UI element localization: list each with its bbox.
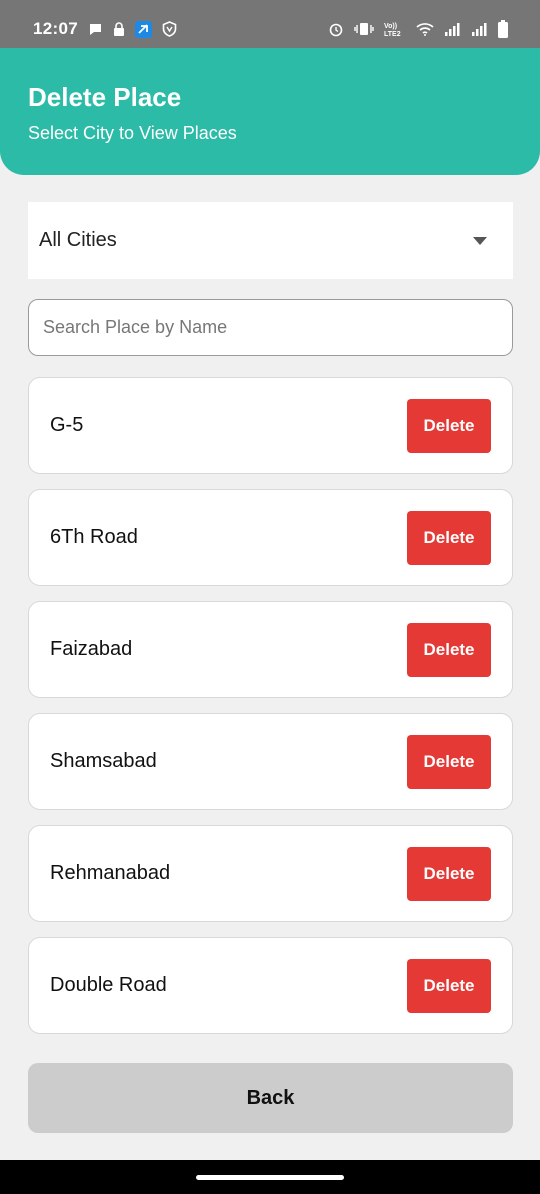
vibrate-icon	[354, 22, 374, 36]
wifi-icon	[416, 22, 434, 36]
place-card: Faizabad Delete	[28, 601, 513, 698]
signal-icon	[471, 22, 488, 36]
alarm-icon	[328, 21, 344, 37]
place-card: Shamsabad Delete	[28, 713, 513, 810]
navigation-bar	[0, 1160, 540, 1194]
place-card: 6Th Road Delete	[28, 489, 513, 586]
place-card: Rehmanabad Delete	[28, 825, 513, 922]
place-name: Faizabad	[50, 638, 133, 660]
shield-icon	[162, 21, 177, 37]
delete-button[interactable]: Delete	[407, 510, 491, 565]
status-time: 12:07	[33, 19, 78, 38]
delete-button[interactable]: Delete	[407, 398, 491, 453]
place-card: G-5 Delete	[28, 377, 513, 474]
place-name: 6Th Road	[50, 526, 138, 548]
delete-button[interactable]: Delete	[407, 734, 491, 789]
city-dropdown[interactable]: All Cities	[28, 202, 513, 279]
search-input[interactable]	[28, 299, 513, 356]
city-dropdown-value: All Cities	[39, 229, 117, 251]
app-shortcut-icon	[134, 20, 152, 38]
place-list: G-5 Delete 6Th Road Delete Faizabad Dele…	[28, 377, 513, 1049]
place-card: Double Road Delete	[28, 937, 513, 1034]
chat-bubble-icon	[88, 22, 103, 37]
svg-text:LTE2: LTE2	[384, 31, 401, 37]
caret-down-icon	[473, 236, 487, 245]
page-title: Delete Place	[28, 82, 182, 112]
delete-button[interactable]: Delete	[407, 846, 491, 901]
lock-icon	[113, 21, 125, 37]
svg-text:Vo)): Vo))	[384, 23, 397, 30]
delete-button[interactable]: Delete	[407, 958, 491, 1013]
page-header: Delete Place Select City to View Places	[0, 48, 540, 175]
place-name: G-5	[50, 414, 84, 436]
volte-icon: Vo)) LTE2	[384, 21, 406, 37]
place-name: Double Road	[50, 974, 167, 996]
signal-icon	[444, 22, 461, 36]
page-subtitle: Select City to View Places	[28, 123, 237, 143]
place-name: Rehmanabad	[50, 862, 171, 884]
battery-icon	[498, 20, 508, 38]
place-name: Shamsabad	[50, 750, 157, 772]
home-indicator[interactable]	[196, 1174, 344, 1180]
delete-button[interactable]: Delete	[407, 622, 491, 677]
back-button[interactable]: Back	[28, 1063, 513, 1133]
